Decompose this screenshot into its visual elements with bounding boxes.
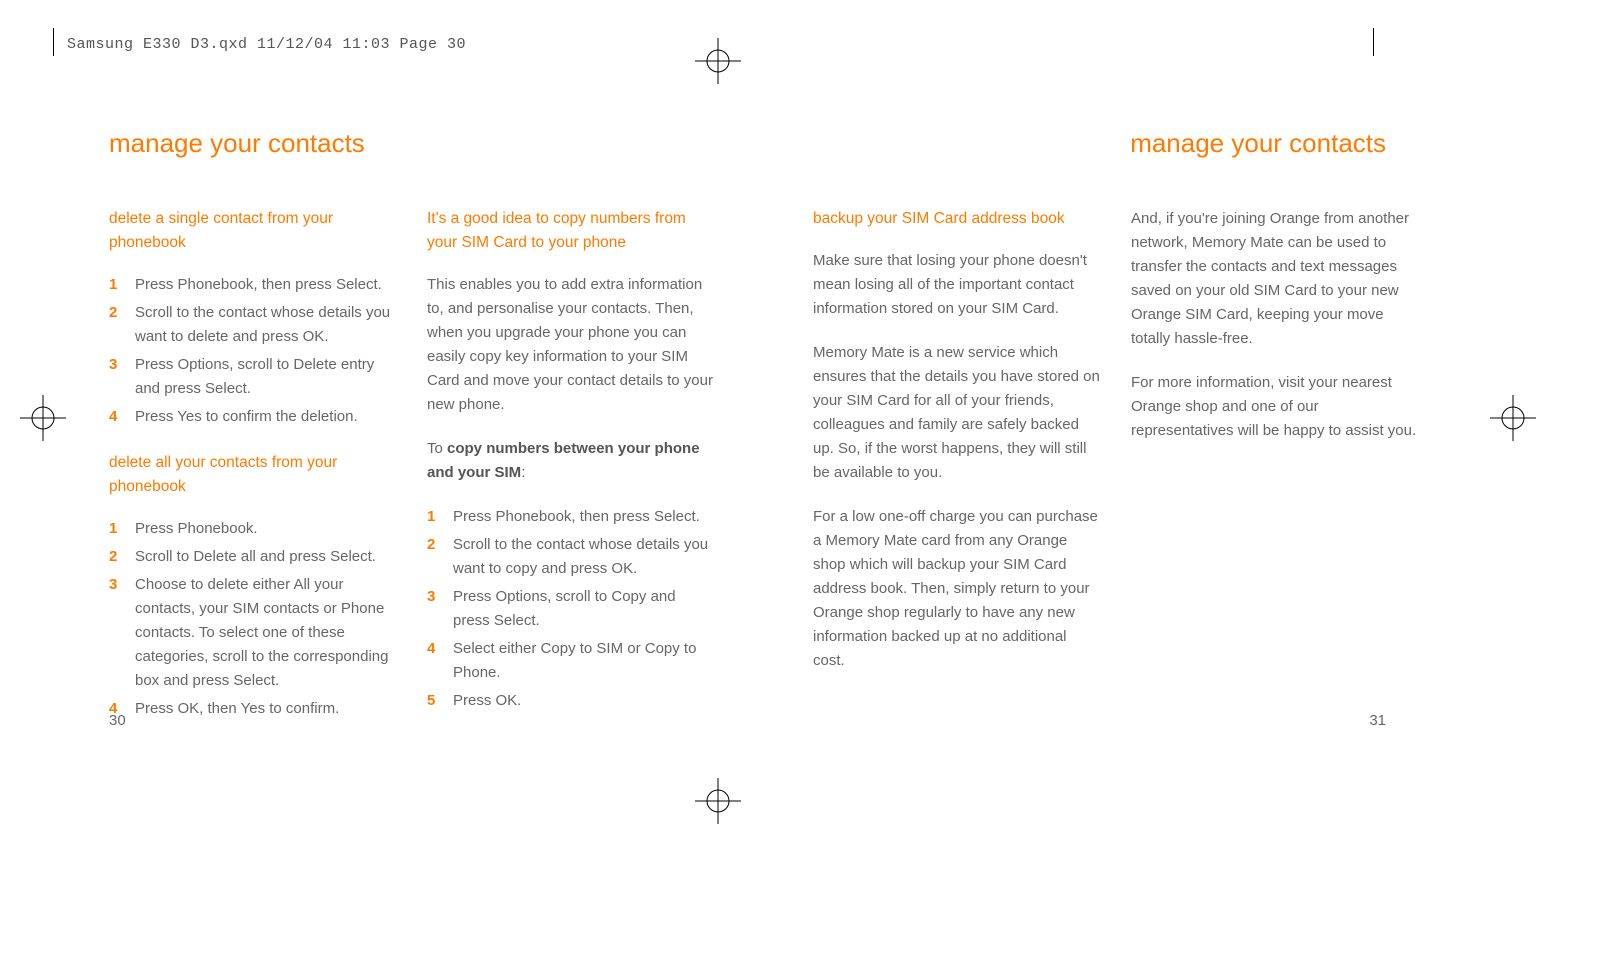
paragraph: And, if you're joining Orange from anoth… [1131,207,1419,351]
list-number: 4 [109,405,123,429]
page-number-left: 30 [109,712,126,729]
crop-mark [53,28,54,56]
lead-text: : [521,464,525,481]
list-text: Choose to delete either All your contact… [135,573,397,693]
list-text: Press OK. [453,689,715,713]
column-3: backup your SIM Card address book Make s… [813,207,1101,743]
list-item: 4Press OK, then Yes to confirm. [109,697,397,721]
list-text: Scroll to the contact whose details you … [453,533,715,581]
list-item: 2 Scroll to Delete all and press Select. [109,545,397,569]
list-item: 1 Press Phonebook. [109,517,397,541]
registration-mark-left [20,395,66,441]
ordered-list: 1 Press Phonebook, then press Select. 2Sc… [427,505,715,713]
page-title-left: manage your contacts [109,128,365,159]
paragraph: Make sure that losing your phone doesn't… [813,249,1101,321]
column-4: And, if you're joining Orange from anoth… [1131,207,1419,743]
list-item: 3Press Options, scroll to Delete entry a… [109,353,397,401]
list-item: 2Scroll to the contact whose details you… [109,301,397,349]
bold-text: copy numbers between your phone and your… [427,440,700,481]
column-1: delete a single contact from your phoneb… [109,207,397,743]
list-text: Press Options, scroll to Delete entry an… [135,353,397,401]
list-number: 2 [109,301,123,349]
list-number: 4 [427,637,441,685]
list-number: 2 [427,533,441,581]
list-number: 2 [109,545,123,569]
list-number: 3 [109,353,123,401]
column-2: It's a good idea to copy numbers from yo… [427,207,715,743]
subheading: delete a single contact from your phoneb… [109,207,397,255]
registration-mark-bottom [695,778,741,824]
subheading: It's a good idea to copy numbers from yo… [427,207,715,255]
list-number: 1 [427,505,441,529]
crop-mark [1373,28,1374,56]
list-item: 3Choose to delete either All your contac… [109,573,397,693]
paragraph: To copy numbers between your phone and y… [427,437,715,485]
list-text: Select either Copy to SIM or Copy to Pho… [453,637,715,685]
list-number: 3 [109,573,123,693]
ordered-list: 1 Press Phonebook, then press Select. 2Sc… [109,273,397,429]
list-text: Scroll to Delete all and press Select. [135,545,397,569]
list-number: 1 [109,273,123,297]
list-text: Scroll to the contact whose details you … [135,301,397,349]
list-number: 3 [427,585,441,633]
list-item: 5 Press OK. [427,689,715,713]
list-item: 2Scroll to the contact whose details you… [427,533,715,581]
list-text: Press Phonebook, then press Select. [135,273,397,297]
list-text: Press OK, then Yes to confirm. [135,697,397,721]
list-number: 5 [427,689,441,713]
document-slug: Samsung E330 D3.qxd 11/12/04 11:03 Page … [67,36,466,53]
paragraph: This enables you to add extra informatio… [427,273,715,417]
list-item: 3Press Options, scroll to Copy and press… [427,585,715,633]
ordered-list: 1 Press Phonebook. 2 Scroll to Delete all … [109,517,397,721]
registration-mark-top [695,38,741,84]
list-item: 1 Press Phonebook, then press Select. [109,273,397,297]
lead-text: To [427,440,447,457]
list-text: Press Yes to confirm the deletion. [135,405,397,429]
page-title-right: manage your contacts [1130,128,1386,159]
subheading: backup your SIM Card address book [813,207,1101,231]
list-item: 1 Press Phonebook, then press Select. [427,505,715,529]
page-number-right: 31 [1369,712,1386,729]
content-area: delete a single contact from your phoneb… [109,207,1419,743]
paragraph: Memory Mate is a new service which ensur… [813,341,1101,485]
paragraph: For a low one-off charge you can purchas… [813,505,1101,673]
list-item: 4Select either Copy to SIM or Copy to Ph… [427,637,715,685]
list-item: 4 Press Yes to confirm the deletion. [109,405,397,429]
subheading: delete all your contacts from your phone… [109,451,397,499]
registration-mark-right [1490,395,1536,441]
list-text: Press Options, scroll to Copy and press … [453,585,715,633]
list-text: Press Phonebook, then press Select. [453,505,715,529]
list-text: Press Phonebook. [135,517,397,541]
paragraph: For more information, visit your nearest… [1131,371,1419,443]
list-number: 1 [109,517,123,541]
